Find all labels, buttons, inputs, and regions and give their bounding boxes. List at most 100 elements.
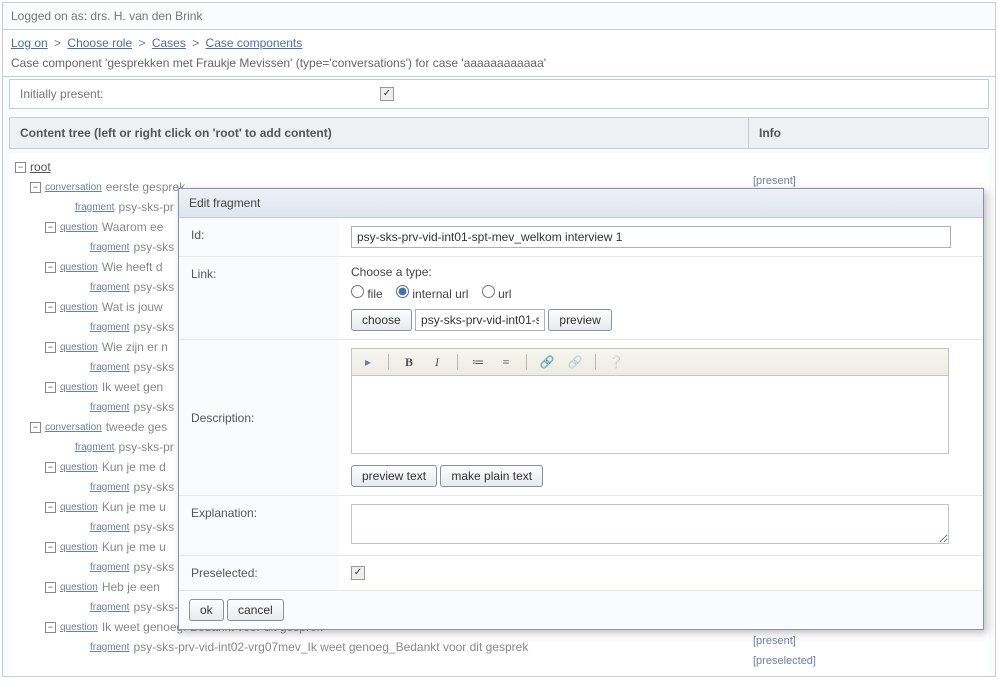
node-type-conversation[interactable]: conversation <box>45 422 102 433</box>
status-preselected[interactable]: [preselected] <box>753 655 816 667</box>
node-type-fragment[interactable]: fragment <box>90 282 129 293</box>
ordered-list-icon[interactable]: ≔ <box>468 352 488 372</box>
unlink-icon[interactable]: 🔗 <box>565 352 585 372</box>
initially-present-row: Initially present: ✓ <box>9 79 989 109</box>
node-type-question[interactable]: question <box>60 382 98 393</box>
tree-node[interactable]: psy-sks <box>133 280 174 294</box>
node-type-fragment[interactable]: fragment <box>90 402 129 413</box>
cancel-button[interactable]: cancel <box>227 599 284 621</box>
node-type-fragment[interactable]: fragment <box>90 482 129 493</box>
node-type-question[interactable]: question <box>60 342 98 353</box>
link-value-input[interactable] <box>415 309 545 331</box>
node-type-question[interactable]: question <box>60 622 98 633</box>
node-type-fragment[interactable]: fragment <box>90 562 129 573</box>
breadcrumb-cases[interactable]: Cases <box>152 36 186 50</box>
description-editor[interactable] <box>351 376 949 454</box>
help-icon[interactable]: ❔ <box>606 352 626 372</box>
make-plain-text-button[interactable]: make plain text <box>440 465 543 487</box>
link-label: Link: <box>179 257 339 340</box>
tree-node[interactable]: Ik weet gen <box>102 380 163 394</box>
node-type-fragment[interactable]: fragment <box>90 642 129 653</box>
bold-icon[interactable]: B <box>399 352 419 372</box>
ok-button[interactable]: ok <box>189 599 224 621</box>
tree-node[interactable]: Heb je een <box>102 580 160 594</box>
node-type-question[interactable]: question <box>60 542 98 553</box>
node-type-fragment[interactable]: fragment <box>90 362 129 373</box>
radio-file[interactable]: file <box>351 287 383 301</box>
status-present[interactable]: [present] <box>753 175 796 187</box>
node-type-question[interactable]: question <box>60 302 98 313</box>
radio-internal-url[interactable]: internal url <box>396 287 468 301</box>
tree-node[interactable]: eerste gesprek <box>106 180 185 194</box>
tree-node[interactable]: psy-sks <box>133 400 174 414</box>
editor-toolbar: ▸ B I ≔ ≡ 🔗 🔗 ❔ <box>351 348 949 376</box>
tree-node[interactable]: psy-sks <box>133 360 174 374</box>
breadcrumb-components[interactable]: Case components <box>206 36 303 50</box>
status-present[interactable]: [present] <box>753 635 796 647</box>
breadcrumb-sep: > <box>192 36 199 50</box>
tree-node[interactable]: psy-sks <box>133 240 174 254</box>
initially-present-label: Initially present: <box>10 80 370 108</box>
toggle-icon[interactable]: − <box>45 502 56 513</box>
node-type-fragment[interactable]: fragment <box>75 442 114 453</box>
id-input[interactable] <box>351 226 951 248</box>
node-type-question[interactable]: question <box>60 222 98 233</box>
tree-node[interactable]: psy-sks <box>133 520 174 534</box>
choose-type-label: Choose a type: <box>351 265 971 279</box>
tree-node[interactable]: Kun je me u <box>102 500 166 514</box>
preselected-label: Preselected: <box>179 556 339 591</box>
choose-button[interactable]: choose <box>351 309 412 331</box>
node-type-fragment[interactable]: fragment <box>90 602 129 613</box>
toolbar-expand-icon[interactable]: ▸ <box>358 352 378 372</box>
tree-node[interactable]: psy-sks-pr <box>118 200 173 214</box>
italic-icon[interactable]: I <box>427 352 447 372</box>
radio-url[interactable]: url <box>482 287 512 301</box>
tree-node[interactable]: tweede ges <box>106 420 167 434</box>
toggle-icon[interactable]: − <box>45 582 56 593</box>
node-type-question[interactable]: question <box>60 582 98 593</box>
toggle-icon[interactable]: − <box>45 262 56 273</box>
tree-node[interactable]: psy-sks <box>133 320 174 334</box>
description-label: Description: <box>179 340 339 496</box>
preview-text-button[interactable]: preview text <box>351 465 437 487</box>
node-type-fragment[interactable]: fragment <box>90 322 129 333</box>
toggle-icon[interactable]: − <box>45 342 56 353</box>
toggle-icon[interactable]: − <box>45 302 56 313</box>
toggle-icon[interactable]: − <box>30 182 41 193</box>
breadcrumb-logon[interactable]: Log on <box>11 36 48 50</box>
breadcrumb-role[interactable]: Choose role <box>67 36 132 50</box>
node-type-question[interactable]: question <box>60 502 98 513</box>
node-type-fragment[interactable]: fragment <box>90 522 129 533</box>
toggle-icon[interactable]: − <box>15 162 26 173</box>
toggle-icon[interactable]: − <box>45 542 56 553</box>
preselected-checkbox[interactable]: ✓ <box>351 566 365 580</box>
node-type-fragment[interactable]: fragment <box>90 242 129 253</box>
link-icon[interactable]: 🔗 <box>537 352 557 372</box>
tree-node[interactable]: Kun je me d <box>102 460 166 474</box>
page-subtitle: Case component 'gesprekken met Fraukje M… <box>11 50 987 70</box>
toggle-icon[interactable]: − <box>30 422 41 433</box>
tree-node[interactable]: Wat is jouw <box>102 300 163 314</box>
explanation-textarea[interactable] <box>351 504 949 544</box>
node-type-conversation[interactable]: conversation <box>45 182 102 193</box>
node-type-question[interactable]: question <box>60 462 98 473</box>
tree-root[interactable]: root <box>30 160 51 174</box>
tree-node[interactable]: Kun je me u <box>102 540 166 554</box>
node-type-fragment[interactable]: fragment <box>75 202 114 213</box>
tree-node[interactable]: Wie zijn er n <box>102 340 168 354</box>
toggle-icon[interactable]: − <box>45 622 56 633</box>
unordered-list-icon[interactable]: ≡ <box>496 352 516 372</box>
tree-node[interactable]: psy-sks-pr <box>118 440 173 454</box>
tree-node[interactable]: psy-sks-prv-vid-int02-vrg07mev_Ik weet g… <box>133 640 528 654</box>
preview-button[interactable]: preview <box>548 309 611 331</box>
initially-present-checkbox[interactable]: ✓ <box>380 87 394 101</box>
toggle-icon[interactable]: − <box>45 222 56 233</box>
tree-node[interactable]: Waarom ee <box>102 220 164 234</box>
toggle-icon[interactable]: − <box>45 382 56 393</box>
tree-node[interactable]: psy-sks <box>133 560 174 574</box>
toggle-icon[interactable]: − <box>45 462 56 473</box>
tree-node[interactable]: Wie heeft d <box>102 260 163 274</box>
tree-node[interactable]: psy-sks <box>133 480 174 494</box>
content-tree-header: Content tree (left or right click on 'ro… <box>9 117 749 149</box>
node-type-question[interactable]: question <box>60 262 98 273</box>
